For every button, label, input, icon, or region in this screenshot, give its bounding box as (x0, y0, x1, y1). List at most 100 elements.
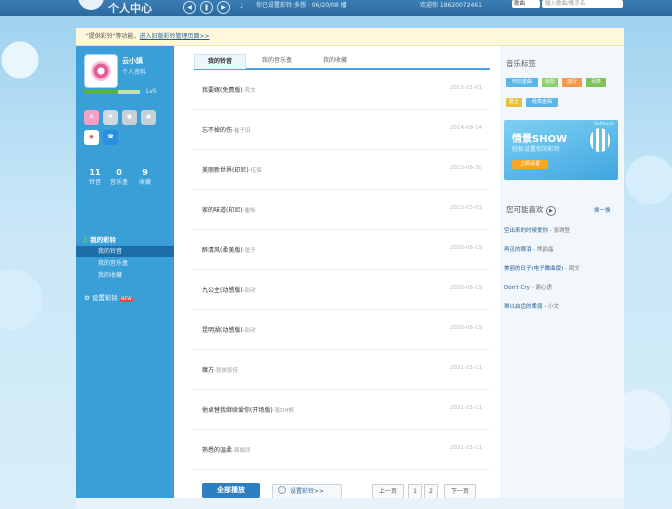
tab-my-ringtones[interactable]: 我的铃音 (194, 54, 246, 69)
main-panel: "提供彩铃"等功能，进入旧版彩铃管理页面>> 云小謓 个人资料 Lv5 ✿ ♥ … (76, 28, 624, 499)
song-row[interactable]: 熟悉的温柔-周俊同 2021-01-11 (194, 430, 490, 470)
user-name: 云小謓 (122, 57, 143, 65)
set-ring-button[interactable]: 设置彩铃>> (272, 484, 342, 499)
song-title[interactable]: 熟悉的温柔-周俊同 (202, 445, 251, 454)
song-row[interactable]: 忘不掉的伤-崔子旧 2014-09-14 (194, 110, 490, 150)
banner-title: 情景SHOW (512, 134, 568, 145)
song-row[interactable]: 美丽新世界(印尼)-伍佰 2013-06-30 (194, 150, 490, 190)
tag-3[interactable]: 流行 (562, 78, 582, 87)
menu-item-favorites[interactable]: 我的收藏 (76, 270, 174, 281)
song-date: 2021-01-11 (450, 405, 482, 411)
song-title[interactable]: 魔方-张侠张佳 (202, 365, 238, 374)
recommend-item[interactable]: Don't Cry - 谢心语 (504, 283, 552, 291)
song-row[interactable]: 昆明湖(动感版)-彭欣 2020-06-19 (194, 310, 490, 350)
song-artist: -崔咏 (242, 208, 256, 214)
search-input[interactable]: 输入歌曲/歌手名 (542, 0, 623, 8)
song-date: 2020-06-19 (450, 285, 482, 291)
song-row[interactable]: 醉清风(柔美版)-弦子 2020-06-19 (194, 230, 490, 270)
tag-4[interactable]: 另类 (586, 78, 606, 87)
tag-5[interactable]: 爵士 (506, 98, 522, 107)
song-row[interactable]: 九公主(动感版)-彭欣 2020-06-19 (194, 270, 490, 310)
heart-badge-icon[interactable]: ♥ (103, 110, 118, 125)
banner-brand: Softbank (594, 122, 614, 127)
page-1-button[interactable]: 1 (408, 484, 422, 499)
new-badge: NEW (119, 297, 133, 302)
song-title[interactable]: 醉清风(柔美版)-弦子 (202, 245, 256, 254)
play-all-button[interactable]: 全部播放 (202, 483, 260, 498)
avatar[interactable] (84, 54, 118, 88)
hot-air-balloon-icon (590, 128, 610, 152)
grey-badge-icon[interactable]: ■ (122, 110, 137, 125)
song-artist: -伍佰 (248, 168, 262, 174)
refresh-link[interactable]: 换一换 (594, 206, 611, 214)
notice-link[interactable]: 进入旧版彩铃管理页面>> (140, 33, 210, 40)
song-artist: -彭欣 (242, 328, 256, 334)
notice-text: "提供彩铃"等功能， (86, 33, 140, 40)
next-page-button[interactable]: 下一页 (444, 484, 476, 499)
tag-1[interactable]: 怀旧金曲 (506, 78, 538, 87)
song-title[interactable]: 他卓替我继续爱你(开场版)-张DH帆 (202, 405, 294, 414)
stat-musicbox[interactable]: 0 音乐盒 (108, 168, 130, 186)
volume-icon[interactable]: ♩ (236, 1, 247, 12)
tab-favorites[interactable]: 我的收藏 (310, 54, 360, 68)
song-title[interactable]: 九公主(动感版)-彭欣 (202, 285, 256, 294)
weibo-icon[interactable]: ◉ (84, 130, 99, 145)
song-date: 2021-01-11 (450, 365, 482, 371)
song-date: 2014-09-14 (450, 125, 482, 131)
song-row[interactable]: 魔方-张侠张佳 2021-01-11 (194, 350, 490, 390)
song-title[interactable]: 忘不掉的伤-崔子旧 (202, 125, 251, 134)
play-circle-icon[interactable]: ▶ (545, 206, 556, 216)
notice-bar: "提供彩铃"等功能，进入旧版彩铃管理页面>> (76, 28, 624, 46)
gear-icon: ⚙ (84, 294, 92, 302)
tag-6[interactable]: 经典金曲 (526, 98, 558, 107)
song-artist: -周俊同 (232, 448, 251, 454)
song-date: 2013-03-03 (450, 205, 482, 211)
page-2-button[interactable]: 2 (424, 484, 438, 499)
right-panel: 音乐标签 怀旧金曲 轻松 流行 另类 爵士 经典金曲 Softbank 情景SH… (500, 46, 624, 498)
stat-ringtones[interactable]: 11 铃音 (84, 168, 106, 186)
play-icon[interactable]: ❚ (200, 1, 213, 14)
scene-show-banner[interactable]: Softbank 情景SHOW 轻松设置你的彩铃 立即设置 (504, 120, 618, 180)
song-title[interactable]: 我要嫁(免费版)-弯文 (202, 85, 256, 94)
song-row[interactable]: 家的味道(印尼)-崔咏 2013-03-03 (194, 190, 490, 230)
recommend-item[interactable]: 难以启齿的柔弱 - 小文 (504, 302, 559, 310)
song-title[interactable]: 美丽新世界(印尼)-伍佰 (202, 165, 262, 174)
qq-icon[interactable]: ☎ (103, 130, 118, 145)
next-track-icon[interactable]: ▶ (217, 1, 230, 14)
recommend-item[interactable]: 再见的眼泪 - 熊韵晶 (504, 245, 554, 253)
menu-item-musicbox[interactable]: 我的音乐盒 (76, 258, 174, 269)
prev-page-button[interactable]: 上一页 (372, 484, 404, 499)
level-label: Lv5 (146, 88, 157, 95)
now-playing: 你已设置彩铃:多想 · 06/20/08 播 (256, 2, 347, 9)
grey-badge-icon-2[interactable]: ■ (141, 110, 156, 125)
banner-setup-button[interactable]: 立即设置 (512, 160, 548, 169)
song-artist: -弦子 (242, 248, 256, 254)
song-row[interactable]: 我要嫁(免费版)-弯文 2015-01-01 (194, 70, 490, 110)
menu-header[interactable]: ♫ 我的彩铃 (82, 234, 116, 244)
top-bar: 个人中心 ◀ ❚ ▶ ♩ 你已设置彩铃:多想 · 06/20/08 播 欢迎你 … (0, 0, 672, 16)
user-account[interactable]: 欢迎你 18620072461 (420, 0, 482, 9)
song-artist: -彭欣 (242, 288, 256, 294)
level-progress-bar (84, 90, 140, 94)
menu-set-ring[interactable]: ⚙ 设置彩铃 NEW (84, 292, 133, 302)
tab-bar: 我的铃音 我的音乐盒 我的收藏 (194, 50, 490, 70)
stat-favorites[interactable]: 9 收藏 (134, 168, 156, 186)
tag-2[interactable]: 轻松 (542, 78, 558, 87)
song-date: 2021-01-11 (450, 445, 482, 451)
music-note-icon: ♫ (82, 236, 91, 244)
recommend-item[interactable]: 美丽的日子(电子舞曲版) - 周文 (504, 264, 580, 272)
song-title[interactable]: 家的味道(印尼)-崔咏 (202, 205, 256, 214)
prev-track-icon[interactable]: ◀ (183, 1, 196, 14)
radio-icon (278, 486, 286, 494)
recommend-item[interactable]: 空出来的时候爱你 - 张琪登 (504, 226, 570, 234)
profile-link[interactable]: 个人资料 (122, 67, 146, 76)
song-row[interactable]: 他卓替我继续爱你(开场版)-张DH帆 2021-01-11 (194, 390, 490, 430)
song-title[interactable]: 昆明湖(动感版)-彭欣 (202, 325, 256, 334)
pink-badge-icon[interactable]: ✿ (84, 110, 99, 125)
search-type-select[interactable]: 歌曲 (512, 0, 540, 8)
like-title: 您可能喜欢 ▶ (506, 204, 556, 216)
tab-musicbox[interactable]: 我的音乐盒 (252, 54, 302, 68)
menu-item-my-ringtones[interactable]: 我的铃音 (76, 246, 174, 257)
song-artist: -张DH帆 (272, 408, 295, 414)
sidebar: 云小謓 个人资料 Lv5 ✿ ♥ ■ ■ ◉ ☎ 11 铃音 0 音乐盒 9 收藏 ♫… (76, 46, 174, 498)
